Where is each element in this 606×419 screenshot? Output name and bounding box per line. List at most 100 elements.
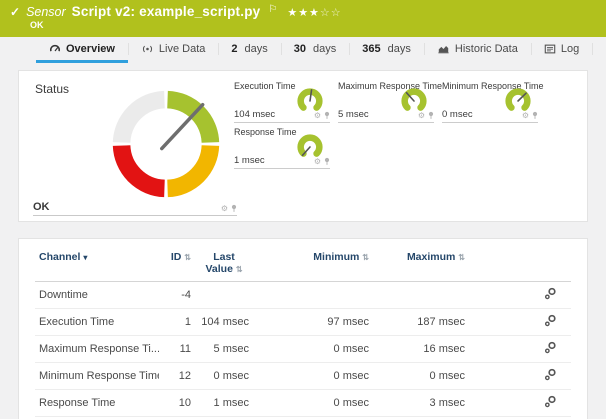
historic-data-icon: [437, 43, 450, 55]
channel-settings-icon[interactable]: [544, 314, 557, 327]
gauge-segment-red: [122, 146, 165, 189]
channel-last-value: 0 msec: [195, 363, 253, 390]
mini-gauge-maximum-response-time: Maximum Response Time 5 msec ⚙: [338, 81, 434, 123]
channel-settings-icon[interactable]: [544, 341, 557, 354]
column-header-maximum[interactable]: Maximum ⇅: [373, 247, 469, 282]
status-gauge: [104, 82, 228, 206]
gear-icon[interactable]: ⚙: [418, 112, 425, 120]
sensor-header: ✓ Sensor Script v2: example_script.py ⚐ …: [0, 0, 606, 37]
mini-gauge-value: 0 msec: [442, 109, 473, 120]
channel-table: Channel ▾ ID ⇅ Last Value ⇅ Minimum ⇅ Ma…: [35, 247, 571, 419]
tab-overview[interactable]: Overview: [36, 37, 128, 63]
channel-minimum: 0 msec: [253, 363, 373, 390]
gauge-segment-yellow: [168, 146, 211, 189]
gear-icon[interactable]: ⚙: [314, 158, 321, 166]
channel-name[interactable]: Downtime: [35, 282, 159, 309]
mini-gauge-minimum-response-time: Minimum Response Time 0 msec ⚙: [442, 81, 538, 123]
pin-icon[interactable]: [231, 204, 237, 213]
pin-icon[interactable]: [532, 111, 538, 120]
column-label: Minimum: [313, 251, 359, 263]
tab-number: 2: [231, 43, 237, 55]
channel-last-value: [195, 282, 253, 309]
status-footer: OK ⚙: [33, 201, 237, 216]
channel-maximum: 187 msec: [373, 309, 469, 336]
column-header-channel[interactable]: Channel ▾: [35, 247, 159, 282]
gear-icon[interactable]: ⚙: [221, 205, 228, 213]
channel-id: 10: [159, 390, 195, 417]
tab-live-data[interactable]: Live Data: [128, 37, 218, 63]
status-footer-text: OK: [33, 201, 50, 213]
status-panel-title: Status: [35, 82, 69, 96]
column-label: Maximum: [407, 251, 455, 263]
column-header-actions: [469, 247, 571, 282]
tab-label: Historic Data: [455, 43, 518, 55]
channel-maximum: 16 msec: [373, 336, 469, 363]
channel-id: -4: [159, 282, 195, 309]
channel-id: 11: [159, 336, 195, 363]
channel-settings-icon[interactable]: [544, 395, 557, 408]
tab-label: days: [313, 43, 336, 55]
sort-icon: ⇅: [184, 253, 191, 262]
column-label: Channel: [39, 251, 80, 263]
live-data-icon: [141, 43, 154, 55]
channel-table-panel: Channel ▾ ID ⇅ Last Value ⇅ Minimum ⇅ Ma…: [18, 238, 588, 419]
mini-gauge-grid: Execution Time 104 msec ⚙ Maximum Respon…: [234, 81, 546, 169]
sort-desc-icon: ▾: [83, 253, 87, 262]
tab-log[interactable]: Log: [531, 37, 592, 63]
mini-gauge-execution-time: Execution Time 104 msec ⚙: [234, 81, 330, 123]
column-label: Last Value: [205, 251, 234, 275]
channel-id: 1: [159, 309, 195, 336]
channel-maximum: 0 msec: [373, 363, 469, 390]
channel-minimum: [253, 282, 373, 309]
channel-name[interactable]: Minimum Response Time: [35, 363, 159, 390]
table-row-minimum-response-time: Minimum Response Time 12 0 msec 0 msec 0…: [35, 363, 571, 390]
tab-label: days: [388, 43, 411, 55]
column-header-last-value[interactable]: Last Value ⇅: [195, 247, 253, 282]
status-panel: Status OK ⚙ Execution Time: [18, 70, 588, 222]
column-header-minimum[interactable]: Minimum ⇅: [253, 247, 373, 282]
sort-icon: ⇅: [458, 253, 465, 262]
table-row-execution-time: Execution Time 1 104 msec 97 msec 187 ms…: [35, 309, 571, 336]
priority-stars[interactable]: ★★★☆☆: [287, 6, 341, 19]
table-header-row: Channel ▾ ID ⇅ Last Value ⇅ Minimum ⇅ Ma…: [35, 247, 571, 282]
tab-number: 365: [362, 43, 380, 55]
pin-icon[interactable]: [324, 157, 330, 166]
table-row-response-time: Response Time 10 1 msec 0 msec 3 msec: [35, 390, 571, 417]
tab-number: 30: [294, 43, 306, 55]
sensor-kind-label: Sensor: [26, 5, 66, 19]
pin-icon[interactable]: [428, 111, 434, 120]
channel-last-value: 5 msec: [195, 336, 253, 363]
gear-icon[interactable]: ⚙: [522, 112, 529, 120]
mini-gauge-value: 104 msec: [234, 109, 275, 120]
tab-label: days: [245, 43, 268, 55]
stars-filled[interactable]: ★★★: [287, 7, 320, 19]
channel-settings-icon[interactable]: [544, 368, 557, 381]
channel-name[interactable]: Maximum Response Ti...: [35, 336, 159, 363]
column-header-id[interactable]: ID ⇅: [159, 247, 195, 282]
tab-2-days[interactable]: 2 days: [218, 37, 280, 63]
channel-settings-icon[interactable]: [544, 287, 557, 300]
channel-id: 12: [159, 363, 195, 390]
channel-minimum: 0 msec: [253, 390, 373, 417]
sort-icon: ⇅: [236, 265, 243, 274]
channel-name[interactable]: Execution Time: [35, 309, 159, 336]
tab-settings[interactable]: ⚙ Settings: [592, 37, 606, 63]
channel-last-value: 1 msec: [195, 390, 253, 417]
tab-365-days[interactable]: 365 days: [349, 37, 424, 63]
stars-empty[interactable]: ☆☆: [320, 7, 342, 19]
sensor-status-text: OK: [30, 20, 44, 30]
channel-maximum: 3 msec: [373, 390, 469, 417]
log-icon: [544, 43, 556, 55]
gear-icon[interactable]: ⚙: [314, 112, 321, 120]
tab-historic-data[interactable]: Historic Data: [424, 37, 531, 63]
channel-last-value: 104 msec: [195, 309, 253, 336]
channel-name[interactable]: Response Time: [35, 390, 159, 417]
gauge-icon: [49, 43, 61, 55]
mini-gauge-response-time: Response Time 1 msec ⚙: [234, 127, 330, 169]
tab-30-days[interactable]: 30 days: [281, 37, 350, 63]
tab-label: Overview: [66, 43, 115, 55]
page-title: Script v2: example_script.py: [72, 4, 261, 19]
pin-icon[interactable]: [324, 111, 330, 120]
flag-icon[interactable]: ⚐: [268, 4, 277, 15]
channel-minimum: 97 msec: [253, 309, 373, 336]
